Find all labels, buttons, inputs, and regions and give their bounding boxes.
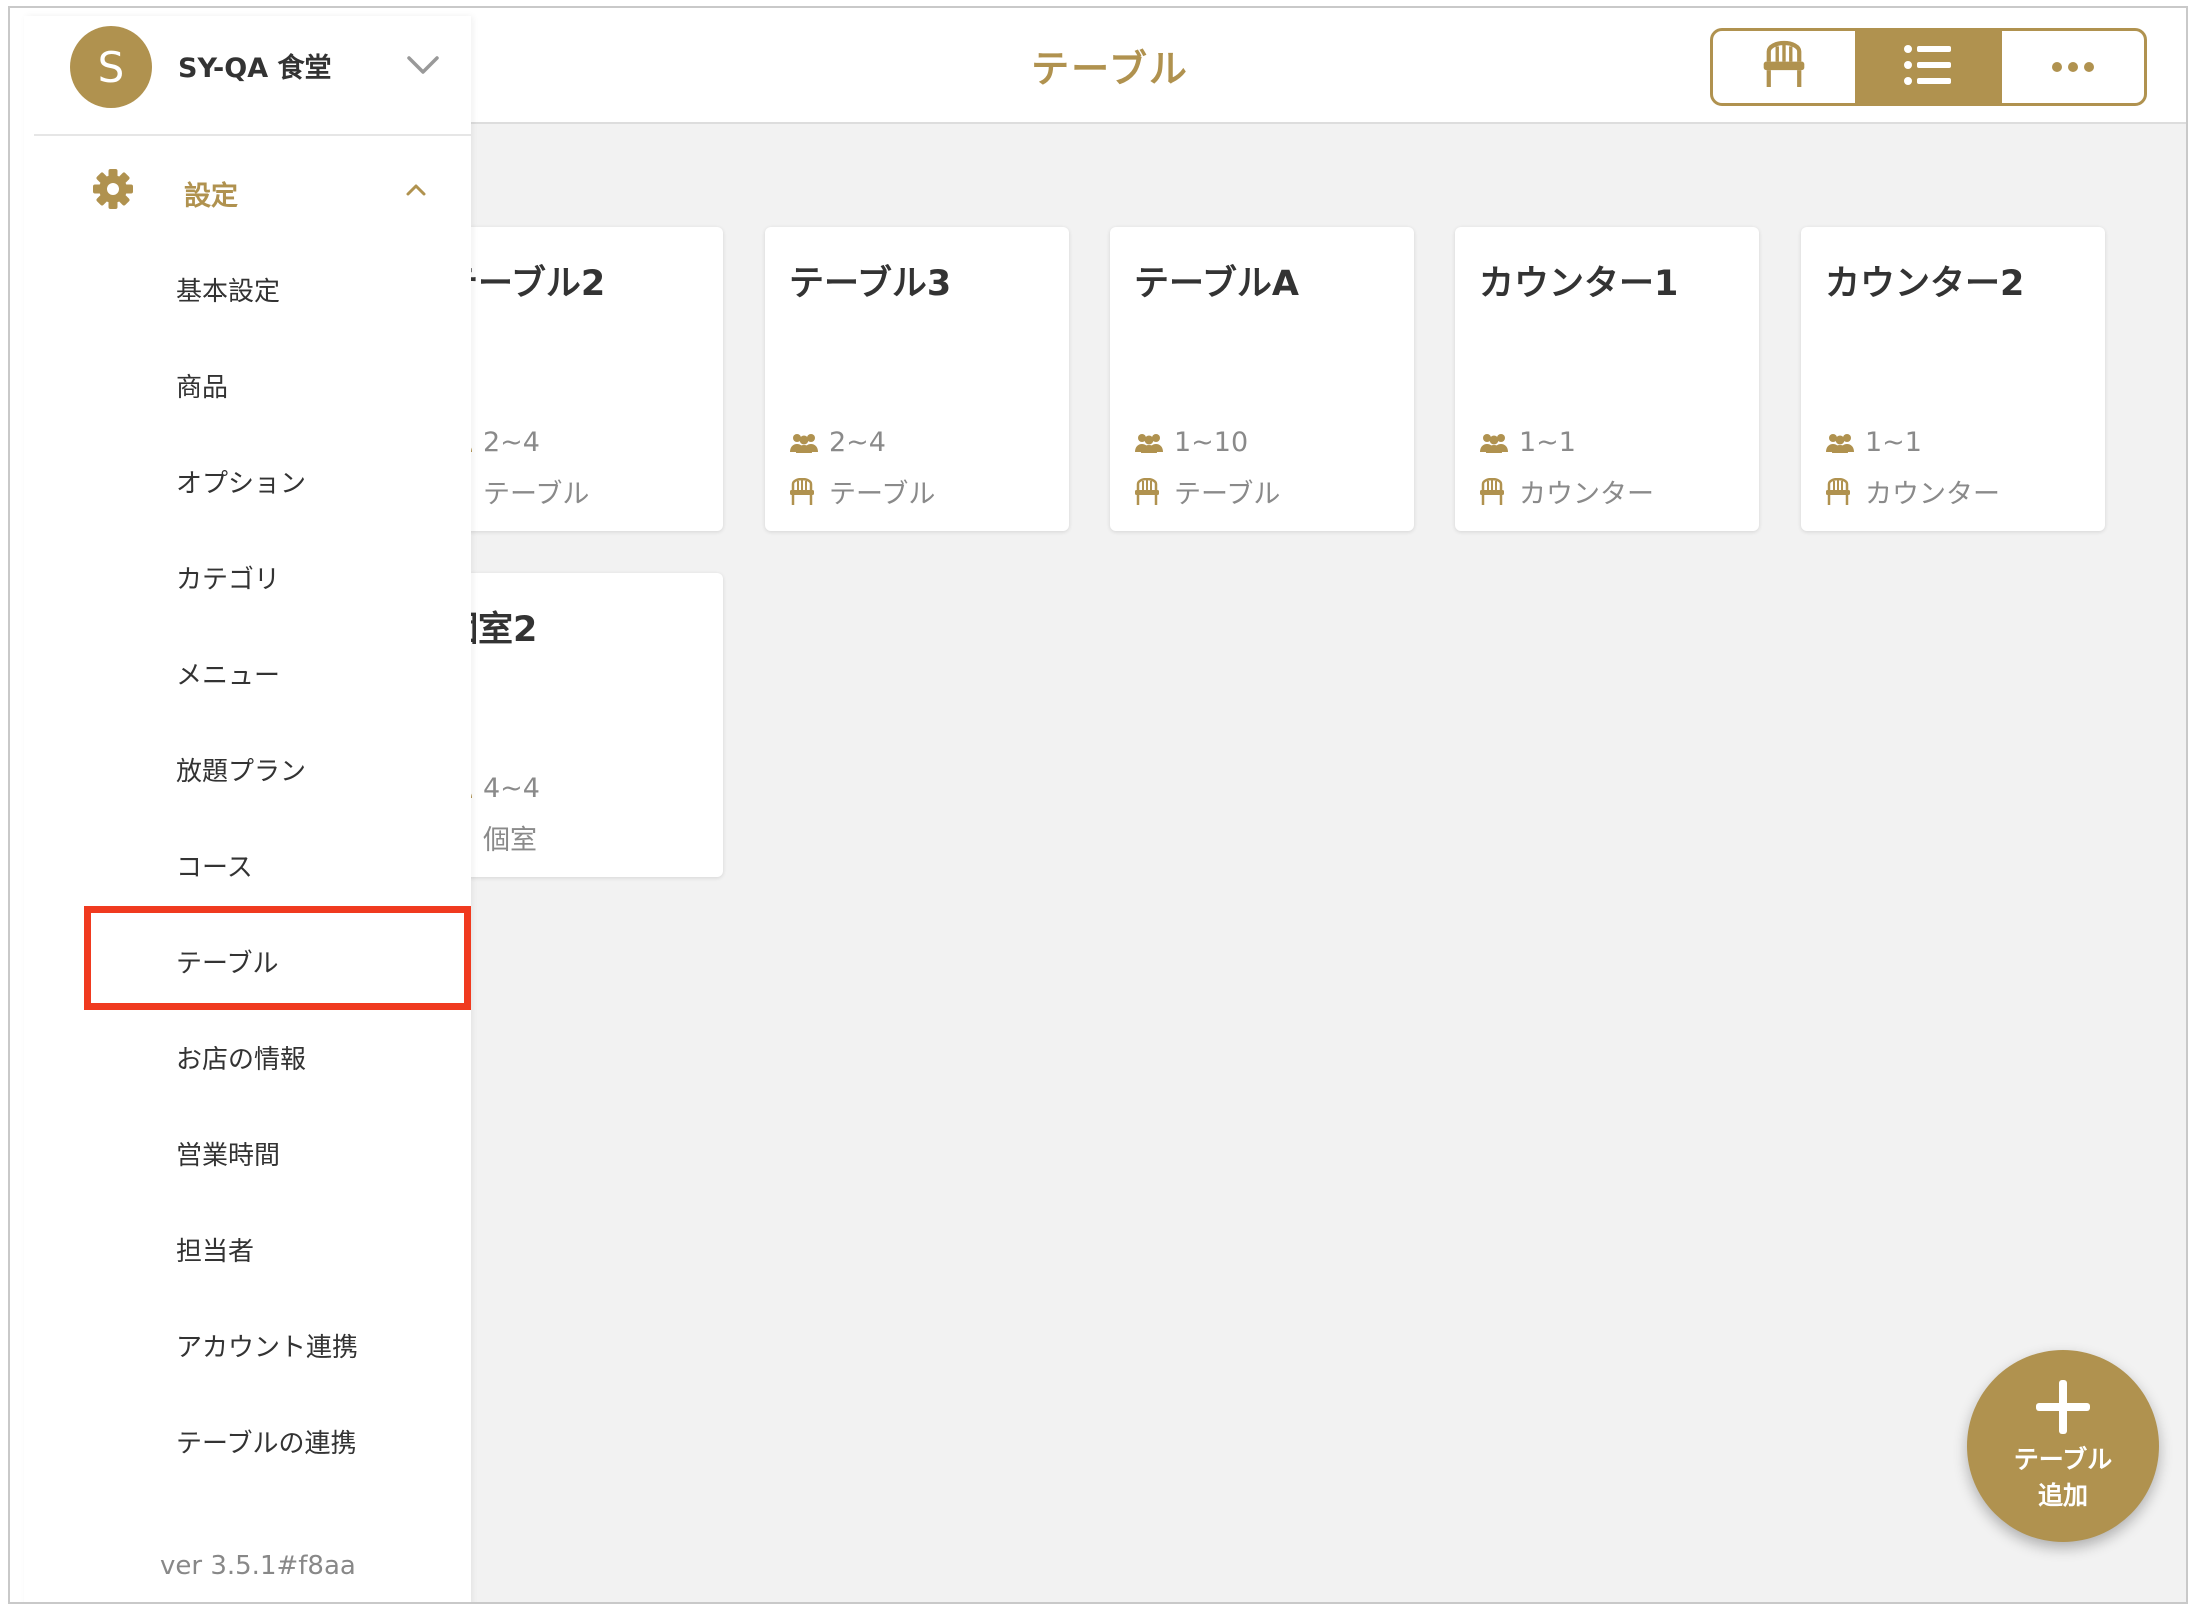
chair-icon — [1825, 477, 1857, 506]
table-name: テーブルA — [1134, 264, 1299, 304]
chair-icon — [1134, 477, 1166, 506]
view-switcher — [1710, 28, 2147, 106]
chair-icon — [1479, 477, 1511, 506]
sidebar-item-table-link[interactable]: テーブルの連携 — [176, 1423, 356, 1460]
top-header: テーブル — [465, 8, 2186, 124]
people-icon — [1479, 429, 1511, 457]
gear-icon — [92, 168, 134, 210]
table-capacity: 2~4 — [483, 427, 540, 458]
sidebar: S SY-QA 食堂 設定 基本設定 商品 オプション カテゴリ メニュー 放題… — [24, 16, 471, 1602]
more-button[interactable] — [2002, 31, 2144, 103]
table-name: テーブル3 — [789, 264, 952, 304]
table-capacity: 1~1 — [1519, 427, 1576, 458]
sidebar-item-staff[interactable]: 担当者 — [176, 1231, 254, 1268]
version-label: ver 3.5.1#f8aa — [160, 1551, 356, 1581]
sidebar-item-products[interactable]: 商品 — [176, 367, 228, 404]
table-grid-area: テーブル2 2~4 テーブル テーブル3 2~4 テーブル テーブルA 1~10… — [419, 124, 2186, 1602]
plus-icon — [2034, 1378, 2092, 1436]
sidebar-item-categories[interactable]: カテゴリ — [176, 559, 280, 596]
table-card[interactable]: カウンター1 1~1 カウンター — [1455, 227, 1759, 531]
settings-section-toggle[interactable]: 設定 — [24, 146, 461, 240]
table-capacity: 1~10 — [1174, 427, 1249, 458]
table-type: テーブル — [483, 479, 590, 510]
table-type: カウンター — [1519, 479, 1654, 510]
chevron-down-icon[interactable] — [406, 52, 440, 78]
list-icon — [1903, 44, 1953, 90]
avatar: S — [70, 26, 152, 108]
table-capacity: 4~4 — [483, 773, 540, 804]
table-type: テーブル — [829, 479, 936, 510]
store-name: SY-QA 食堂 — [178, 53, 332, 84]
people-icon — [1134, 429, 1166, 457]
table-type: テーブル — [1174, 479, 1281, 510]
table-type: 個室 — [483, 825, 537, 856]
highlight-box — [84, 906, 471, 1010]
add-table-button[interactable]: テーブル 追加 — [1967, 1350, 2159, 1542]
sidebar-item-business-hours[interactable]: 営業時間 — [176, 1135, 280, 1172]
app-window: テーブル2 2~4 テーブル テーブル3 2~4 テーブル テーブルA 1~10… — [8, 6, 2188, 1604]
settings-label: 設定 — [184, 181, 238, 212]
sidebar-item-basic-settings[interactable]: 基本設定 — [176, 271, 280, 308]
table-name: カウンター1 — [1479, 264, 1679, 304]
sidebar-item-menu[interactable]: メニュー — [176, 655, 280, 692]
people-icon — [1825, 429, 1857, 457]
table-card[interactable]: テーブル3 2~4 テーブル — [765, 227, 1069, 531]
page-title: テーブル — [1031, 46, 1189, 91]
people-icon — [789, 429, 821, 457]
sidebar-item-options[interactable]: オプション — [176, 463, 306, 500]
store-selector[interactable]: S SY-QA 食堂 — [34, 16, 471, 136]
chair-icon — [789, 477, 821, 506]
chair-icon — [1762, 40, 1806, 94]
table-capacity: 1~1 — [1865, 427, 1922, 458]
layout-view-button[interactable] — [1713, 31, 1858, 103]
table-name: カウンター2 — [1825, 264, 2025, 304]
table-card[interactable]: テーブルA 1~10 テーブル — [1110, 227, 1414, 531]
list-view-button[interactable] — [1857, 31, 2002, 103]
table-type: カウンター — [1865, 479, 2000, 510]
table-capacity: 2~4 — [829, 427, 886, 458]
add-table-label: テーブル 追加 — [2013, 1445, 2113, 1510]
sidebar-item-account-link[interactable]: アカウント連携 — [176, 1327, 358, 1364]
sidebar-item-all-you-can-plans[interactable]: 放題プラン — [176, 751, 306, 788]
chevron-up-icon — [404, 182, 428, 198]
sidebar-item-store-info[interactable]: お店の情報 — [176, 1039, 306, 1076]
table-card[interactable]: カウンター2 1~1 カウンター — [1801, 227, 2105, 531]
more-icon — [2051, 58, 2095, 77]
sidebar-item-courses[interactable]: コース — [176, 847, 253, 884]
